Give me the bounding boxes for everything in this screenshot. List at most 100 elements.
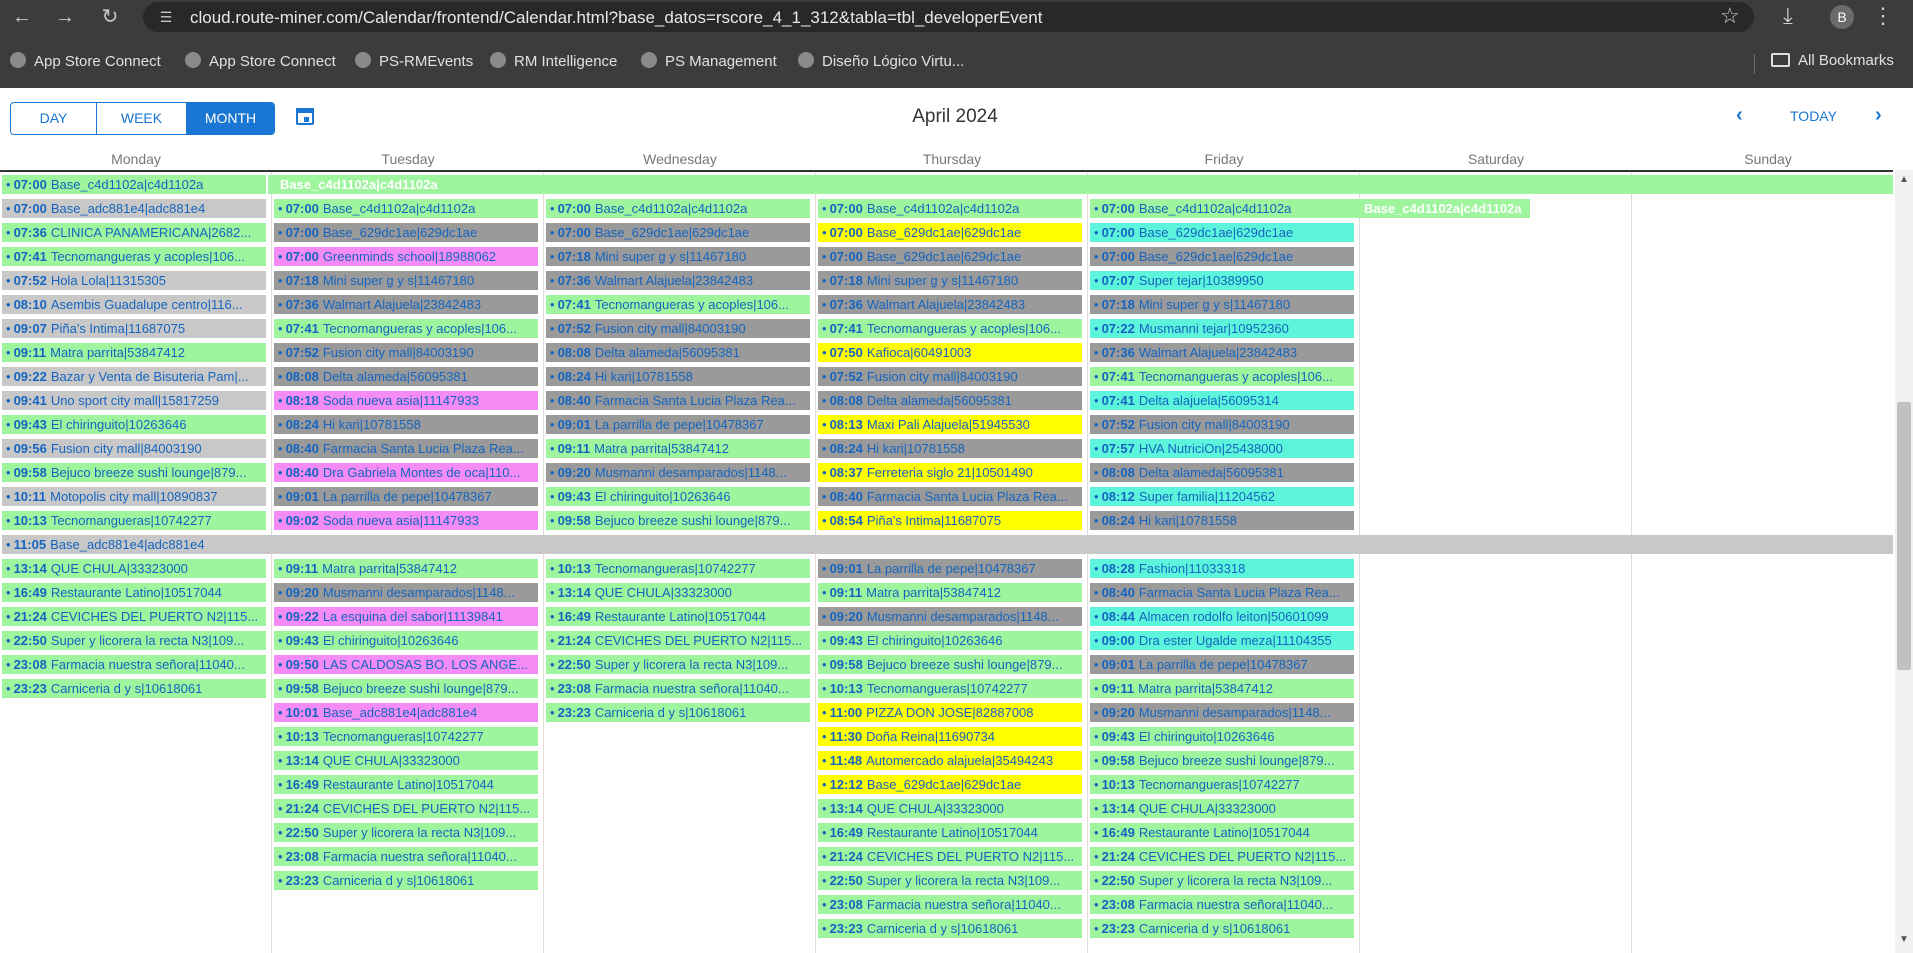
- calendar-event[interactable]: • 07:50 Kafioca|60491003: [818, 343, 1082, 362]
- calendar-event[interactable]: • 07:36 Walmart Alajuela|23842483: [546, 271, 810, 290]
- calendar-event[interactable]: • 07:41 Tecnomangueras y acoples|106...: [1090, 367, 1354, 386]
- calendar-event[interactable]: • 07:41 Tecnomangueras y acoples|106...: [274, 319, 538, 338]
- calendar-event[interactable]: • 09:58 Bejuco breeze sushi lounge|879...: [2, 463, 266, 482]
- site-info-icon[interactable]: ☰: [157, 8, 175, 26]
- calendar-event[interactable]: • 10:13 Tecnomangueras|10742277: [274, 727, 538, 746]
- bookmark-item[interactable]: PS-RMEvents: [355, 52, 473, 70]
- calendar-event[interactable]: • 11:00 PIZZA DON JOSE|82887008: [818, 703, 1082, 722]
- next-chevron-icon[interactable]: ›: [1875, 104, 1882, 127]
- calendar-event[interactable]: • 07:00 Base_629dc1ae|629dc1ae: [818, 247, 1082, 266]
- calendar-event[interactable]: • 09:02 Soda nueva asia|11147933: [274, 511, 538, 530]
- calendar-event[interactable]: • 22:50 Super y licorera la recta N3|109..…: [274, 823, 538, 842]
- calendar-event[interactable]: • 23:23 Carniceria d y s|10618061: [1090, 919, 1354, 938]
- calendar-event[interactable]: • 21:24 CEVICHES DEL PUERTO N2|115...: [1090, 847, 1354, 866]
- calendar-event[interactable]: • 23:23 Carniceria d y s|10618061: [274, 871, 538, 890]
- calendar-event[interactable]: • 09:58 Bejuco breeze sushi lounge|879...: [546, 511, 810, 530]
- calendar-event[interactable]: • 07:00 Greenminds school|18988062: [274, 247, 538, 266]
- scroll-up-icon[interactable]: ▲: [1899, 174, 1909, 185]
- calendar-event[interactable]: • 08:24 Hi kari|10781558: [546, 367, 810, 386]
- calendar-event[interactable]: • 07:00 Base_629dc1ae|629dc1ae: [818, 223, 1082, 242]
- calendar-event[interactable]: • 16:49 Restaurante Latino|10517044: [274, 775, 538, 794]
- calendar-event[interactable]: • 21:24 CEVICHES DEL PUERTO N2|115...: [818, 847, 1082, 866]
- calendar-event[interactable]: • 09:56 Fusion city mall|84003190: [2, 439, 266, 458]
- calendar-event[interactable]: • 08:40 Farmacia Santa Lucia Plaza Rea...: [1090, 583, 1354, 602]
- forward-arrow-icon[interactable]: →: [53, 5, 77, 29]
- calendar-event[interactable]: • 10:11 Motopolis city mall|10890837: [2, 487, 266, 506]
- calendar-event[interactable]: • 09:22 Bazar y Venta de Bisuteria Pam|...: [2, 367, 266, 386]
- calendar-event[interactable]: • 08:28 Fashion|11033318: [1090, 559, 1354, 578]
- download-icon[interactable]: ⤓: [1783, 3, 1793, 29]
- calendar-event[interactable]: • 09:58 Bejuco breeze sushi lounge|879...: [818, 655, 1082, 674]
- calendar-event[interactable]: • 09:11 Matra parrita|53847412: [546, 439, 810, 458]
- calendar-event[interactable]: • 23:23 Carniceria d y s|10618061: [546, 703, 810, 722]
- calendar-event[interactable]: • 07:00 Base_c4d1102a|c4d1102a: [546, 199, 810, 218]
- calendar-event[interactable]: • 07:00 Base_629dc1ae|629dc1ae: [274, 223, 538, 242]
- calendar-event[interactable]: • 21:24 CEVICHES DEL PUERTO N2|115...: [546, 631, 810, 650]
- multiday-event-bar[interactable]: Base_c4d1102a|c4d1102a: [1352, 199, 1530, 218]
- scroll-down-icon[interactable]: ▼: [1899, 934, 1909, 945]
- calendar-event[interactable]: • 07:41 Tecnomangueras y acoples|106...: [546, 295, 810, 314]
- calendar-event[interactable]: • 12:12 Base_629dc1ae|629dc1ae: [818, 775, 1082, 794]
- calendar-event[interactable]: • 09:41 Uno sport city mall|15817259: [2, 391, 266, 410]
- calendar-event[interactable]: • 22:50 Super y licorera la recta N3|109..…: [546, 655, 810, 674]
- calendar-event[interactable]: • 22:50 Super y licorera la recta N3|109..…: [1090, 871, 1354, 890]
- calendar-event[interactable]: • 23:23 Carniceria d y s|10618061: [2, 679, 266, 698]
- calendar-event[interactable]: • 13:14 QUE CHULA|33323000: [818, 799, 1082, 818]
- calendar-event[interactable]: • 10:13 Tecnomangueras|10742277: [546, 559, 810, 578]
- calendar-event[interactable]: • 11:05 Base_adc881e4|adc881e4: [2, 535, 1893, 554]
- bookmark-item[interactable]: Diseño Lógico Virtu...: [798, 52, 964, 70]
- calendar-event[interactable]: • 07:22 Musmanni tejar|10952360: [1090, 319, 1354, 338]
- calendar-event[interactable]: • 22:50 Super y licorera la recta N3|109..…: [818, 871, 1082, 890]
- calendar-event[interactable]: • 07:57 HVA NutriciOn|25438000: [1090, 439, 1354, 458]
- calendar-event[interactable]: • 08:24 Hi kari|10781558: [274, 415, 538, 434]
- calendar-event[interactable]: • 21:24 CEVICHES DEL PUERTO N2|115...: [274, 799, 538, 818]
- calendar-event[interactable]: • 07:07 Super tejar|10389950: [1090, 271, 1354, 290]
- calendar-event[interactable]: • 09:20 Musmanni desamparados|1148...: [274, 583, 538, 602]
- calendar-event[interactable]: • 08:08 Delta alameda|56095381: [274, 367, 538, 386]
- month-view-button[interactable]: MONTH: [187, 103, 274, 134]
- calendar-event[interactable]: • 07:00 Base_629dc1ae|629dc1ae: [1090, 223, 1354, 242]
- calendar-event[interactable]: • 09:11 Matra parrita|53847412: [274, 559, 538, 578]
- calendar-event[interactable]: • 21:24 CEVICHES DEL PUERTO N2|115...: [2, 607, 266, 626]
- calendar-event[interactable]: • 08:18 Soda nueva asia|11147933: [274, 391, 538, 410]
- vertical-scrollbar[interactable]: ▲ ▼: [1895, 170, 1913, 953]
- calendar-event[interactable]: • 13:14 QUE CHULA|33323000: [2, 559, 266, 578]
- calendar-event[interactable]: • 08:37 Ferreteria siglo 21|10501490: [818, 463, 1082, 482]
- calendar-event[interactable]: • 07:18 Mini super g y s|11467180: [1090, 295, 1354, 314]
- calendar-event[interactable]: • 10:13 Tecnomangueras|10742277: [2, 511, 266, 530]
- calendar-event[interactable]: • 08:40 Farmacia Santa Lucia Plaza Rea...: [818, 487, 1082, 506]
- calendar-event[interactable]: • 08:24 Hi kari|10781558: [1090, 511, 1354, 530]
- calendar-event[interactable]: • 08:40 Farmacia Santa Lucia Plaza Rea...: [546, 391, 810, 410]
- calendar-event[interactable]: • 13:14 QUE CHULA|33323000: [1090, 799, 1354, 818]
- calendar-event[interactable]: • 09:11 Matra parrita|53847412: [2, 343, 266, 362]
- browser-menu-icon[interactable]: ⋮: [1872, 3, 1894, 29]
- calendar-event[interactable]: • 09:01 La parrilla de pepe|10478367: [818, 559, 1082, 578]
- calendar-event[interactable]: • 09:43 El chiringuito|10263646: [818, 631, 1082, 650]
- calendar-event[interactable]: • 09:01 La parrilla de pepe|10478367: [546, 415, 810, 434]
- calendar-event[interactable]: • 08:13 Maxi Pali Alajuela|51945530: [818, 415, 1082, 434]
- calendar-event[interactable]: • 23:08 Farmacia nuestra señora|11040...: [274, 847, 538, 866]
- calendar-event[interactable]: • 07:36 CLINICA PANAMERICANA|2682...: [2, 223, 266, 242]
- calendar-event[interactable]: • 07:00 Base_c4d1102a|c4d1102a: [1090, 199, 1354, 218]
- calendar-event[interactable]: • 07:52 Fusion city mall|84003190: [546, 319, 810, 338]
- calendar-event[interactable]: • 23:08 Farmacia nuestra señora|11040...: [546, 679, 810, 698]
- calendar-event[interactable]: • 09:58 Bejuco breeze sushi lounge|879...: [274, 679, 538, 698]
- calendar-event[interactable]: • 08:08 Delta alameda|56095381: [818, 391, 1082, 410]
- calendar-event[interactable]: • 09:20 Musmanni desamparados|1148...: [546, 463, 810, 482]
- address-bar[interactable]: ☰ cloud.route-miner.com/Calendar/fronten…: [143, 2, 1754, 32]
- calendar-event[interactable]: • 09:20 Musmanni desamparados|1148...: [818, 607, 1082, 626]
- previous-chevron-icon[interactable]: ‹: [1736, 104, 1743, 127]
- bookmark-star-icon[interactable]: ☆: [1720, 3, 1740, 29]
- bookmark-item[interactable]: PS Management: [641, 52, 777, 70]
- multiday-event-bar[interactable]: Base_c4d1102a|c4d1102a: [268, 175, 1893, 194]
- calendar-event[interactable]: • 08:40 Farmacia Santa Lucia Plaza Rea...: [274, 439, 538, 458]
- calendar-event[interactable]: • 08:08 Delta alameda|56095381: [546, 343, 810, 362]
- calendar-event[interactable]: • 08:40 Dra Gabriela Montes de oca|110...: [274, 463, 538, 482]
- calendar-event[interactable]: • 23:23 Carniceria d y s|10618061: [818, 919, 1082, 938]
- calendar-event[interactable]: • 07:00 Base_c4d1102a|c4d1102a: [2, 175, 266, 194]
- calendar-event[interactable]: • 07:36 Walmart Alajuela|23842483: [274, 295, 538, 314]
- calendar-event[interactable]: • 08:10 Asembis Guadalupe centro|116...: [2, 295, 266, 314]
- today-button[interactable]: TODAY: [1790, 108, 1837, 124]
- calendar-event[interactable]: • 09:00 Dra ester Ugalde meza|11104355: [1090, 631, 1354, 650]
- calendar-event[interactable]: • 09:50 LAS CALDOSAS BO. LOS ANGE...: [274, 655, 538, 674]
